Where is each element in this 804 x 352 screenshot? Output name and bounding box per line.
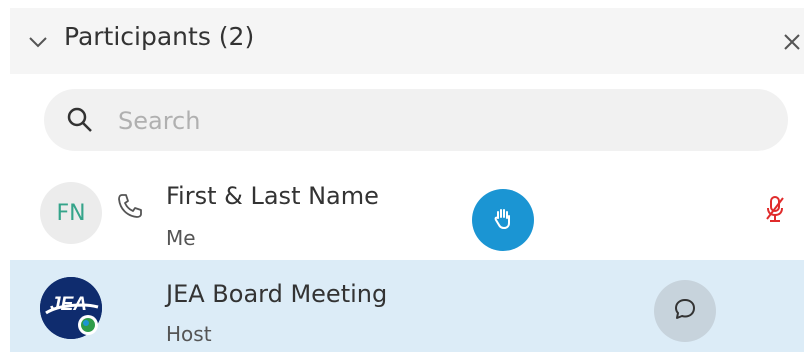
close-icon[interactable]: [780, 30, 804, 54]
raised-hand-icon: [490, 205, 516, 235]
search-input[interactable]: [116, 101, 760, 141]
participant-row-host[interactable]: JEA JEA Board Meeting Host: [10, 260, 804, 352]
participant-row-me[interactable]: FN First & Last Name Me: [10, 172, 804, 260]
chat-icon: [672, 296, 698, 326]
jea-logo-icon: JEA: [40, 277, 102, 339]
chevron-down-icon[interactable]: [28, 34, 48, 53]
phone-icon: [116, 192, 144, 224]
chat-button[interactable]: [654, 280, 716, 342]
participant-role: Host: [166, 322, 212, 346]
avatar-initials: FN: [56, 200, 86, 226]
avatar: JEA: [40, 277, 102, 339]
panel-title: Participants (2): [64, 22, 255, 51]
participant-name: JEA Board Meeting: [166, 280, 388, 308]
panel-top-edge: [0, 0, 804, 8]
svg-text:JEA: JEA: [50, 294, 87, 315]
raised-hand-button[interactable]: [472, 189, 534, 251]
participant-name: First & Last Name: [166, 182, 379, 210]
search-icon: [66, 106, 94, 138]
avatar: FN: [40, 182, 102, 244]
search-box[interactable]: [44, 89, 788, 151]
mic-muted-icon[interactable]: [764, 194, 786, 228]
participant-role: Me: [166, 226, 196, 250]
participants-header: Participants (2): [10, 8, 804, 74]
